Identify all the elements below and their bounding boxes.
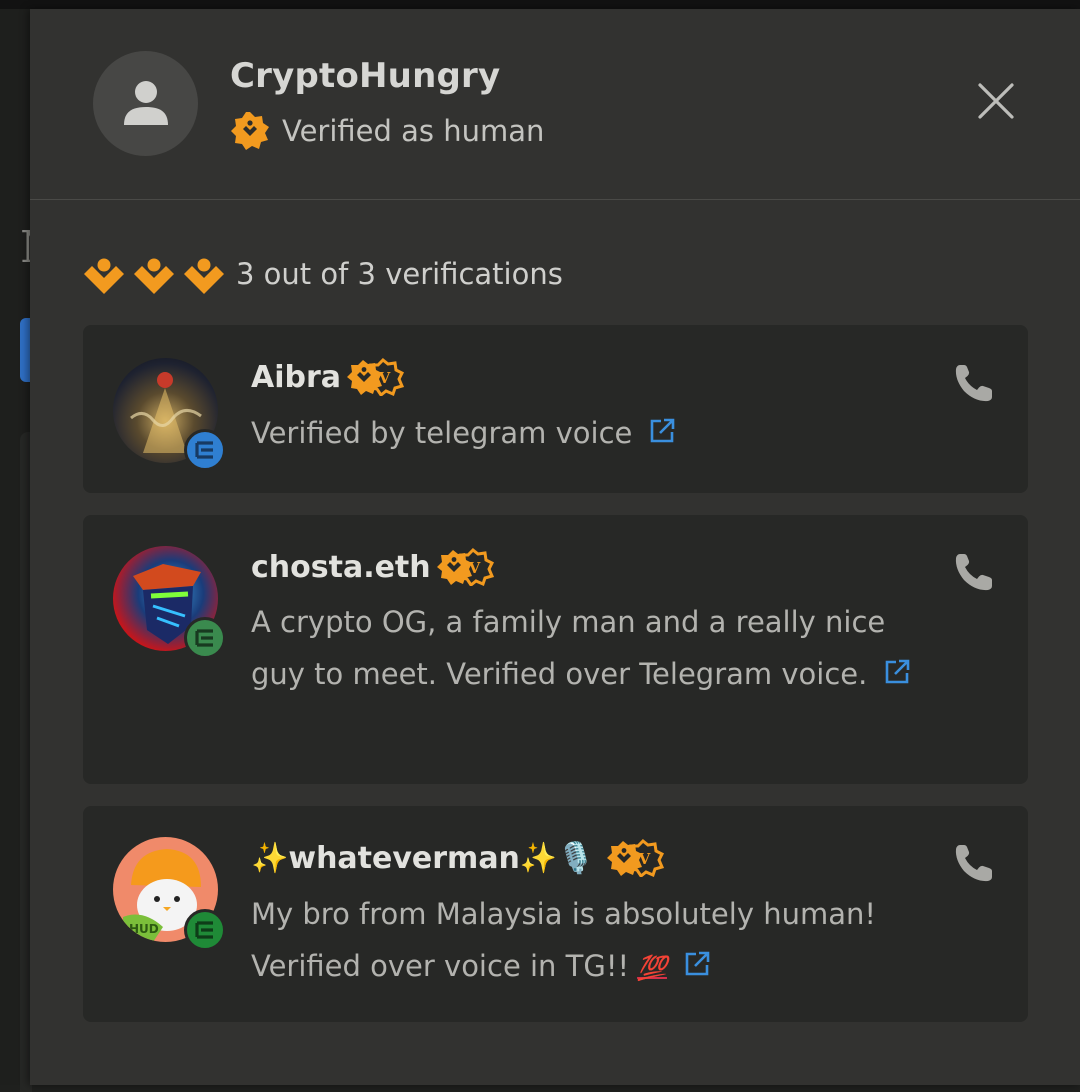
phone-icon[interactable] bbox=[951, 360, 997, 406]
svg-text:HUD: HUD bbox=[129, 922, 159, 936]
verifier-name[interactable]: ✨whateverman✨🎙️ bbox=[251, 841, 595, 876]
verification-diamond-icon bbox=[84, 258, 124, 294]
verifier-name-row: Aibra V bbox=[251, 357, 407, 397]
verifier-name-row: chosta.eth V bbox=[251, 547, 497, 587]
verifier-name[interactable]: Aibra bbox=[251, 360, 341, 395]
verifier-name-row: ✨whateverman✨🎙️ V bbox=[251, 838, 667, 878]
hundred-points-emoji: 💯 bbox=[637, 954, 667, 982]
verification-modal: CryptoHungry Verified as human 3 out of … bbox=[30, 9, 1080, 1085]
modal-header: CryptoHungry Verified as human bbox=[30, 9, 1080, 200]
phone-icon[interactable] bbox=[951, 549, 997, 595]
external-link-icon[interactable] bbox=[683, 942, 711, 994]
verifier-description: Verified by telegram voice bbox=[251, 407, 931, 461]
verified-badge-icon bbox=[231, 112, 269, 150]
avatar bbox=[93, 51, 198, 156]
verifier-badge-icon: V bbox=[606, 839, 664, 877]
verification-count: 3 out of 3 verifications bbox=[236, 257, 563, 291]
verifier-description-text: My bro from Malaysia is absolutely human… bbox=[251, 897, 876, 983]
close-icon bbox=[978, 83, 1014, 119]
verified-status: Verified as human bbox=[230, 111, 544, 151]
verifier-name[interactable]: chosta.eth bbox=[251, 550, 431, 585]
verification-card: Aibra V Verified by telegram voice bbox=[83, 325, 1028, 493]
background-text-fragment: M bbox=[20, 222, 30, 273]
user-silhouette-icon bbox=[124, 81, 168, 125]
verification-diamond-icon bbox=[184, 258, 224, 294]
external-link-icon[interactable] bbox=[648, 409, 676, 461]
verification-card: chosta.eth V A crypto OG, a family man a… bbox=[83, 515, 1028, 784]
phone-icon[interactable] bbox=[951, 840, 997, 886]
verifier-description-text: A crypto OG, a family man and a really n… bbox=[251, 605, 886, 691]
verified-status-text: Verified as human bbox=[282, 114, 545, 148]
verifier-badge-icon: V bbox=[436, 548, 494, 586]
network-badge-icon bbox=[184, 617, 226, 659]
external-link-icon[interactable] bbox=[883, 650, 911, 702]
verification-summary: 3 out of 3 verifications bbox=[82, 251, 563, 297]
close-button[interactable] bbox=[974, 79, 1018, 123]
network-badge-icon bbox=[184, 429, 226, 471]
network-badge-icon bbox=[184, 909, 226, 951]
verifier-description-text: Verified by telegram voice bbox=[251, 416, 633, 450]
verification-card: HUD ✨whateverman✨🎙️ V My bro from Malays… bbox=[83, 806, 1028, 1022]
verification-diamond-icon bbox=[134, 258, 174, 294]
verifier-description: A crypto OG, a family man and a really n… bbox=[251, 596, 916, 702]
verifier-badge-icon: V bbox=[347, 358, 405, 396]
verifier-description: My bro from Malaysia is absolutely human… bbox=[251, 888, 911, 994]
profile-name: CryptoHungry bbox=[230, 56, 501, 96]
top-bar bbox=[0, 0, 1080, 9]
